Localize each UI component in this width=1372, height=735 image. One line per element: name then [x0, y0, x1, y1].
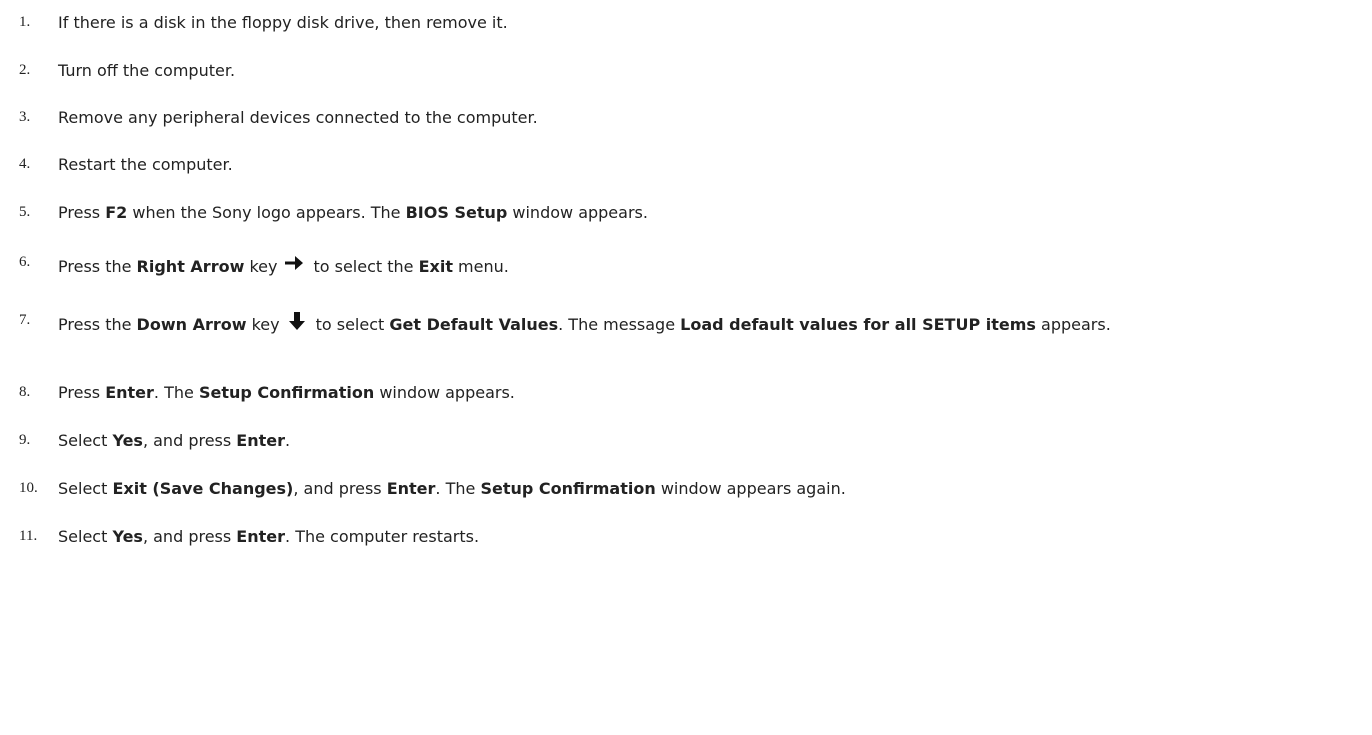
step-text: Remove any peripheral devices connected …	[58, 107, 1366, 128]
step-text-segment: Press	[58, 383, 106, 402]
step-text-segment: .	[285, 431, 291, 450]
step-text-segment: Select	[58, 479, 113, 498]
step-text: Press Enter. The Setup Confirmation wind…	[58, 382, 1366, 403]
message-text-load-defaults: Load default values for all SETUP items	[680, 315, 1036, 334]
step-text-segment: Select	[58, 431, 113, 450]
step-text-segment: Press the	[58, 257, 137, 276]
step-text-segment: . The message	[558, 315, 681, 334]
window-name-bios-setup: BIOS Setup	[405, 203, 508, 222]
step-text-segment: window appears.	[374, 383, 515, 402]
step-text: Turn off the computer.	[58, 60, 1366, 81]
step-text-segment: key	[244, 257, 278, 276]
step-number: 8.	[19, 384, 31, 400]
down-arrow-icon	[286, 310, 308, 332]
step-number: 10.	[19, 480, 38, 496]
step-text-segment: , and press	[293, 479, 387, 498]
step-text-segment: If there is a disk in the floppy disk dr…	[58, 13, 508, 32]
step-text-segment: , and press	[142, 527, 237, 546]
step-text: Press F2 when the Sony logo appears. The…	[58, 202, 1366, 223]
key-name-down-arrow: Down Arrow	[136, 315, 247, 334]
step-text: Press the Right Arrow key to select the E…	[58, 252, 1366, 277]
step-text: Press the Down Arrow key to select Get De…	[58, 310, 1366, 335]
key-name-enter: Enter	[386, 479, 436, 498]
step-number: 9.	[19, 432, 31, 448]
step-text-segment: window appears.	[507, 203, 648, 222]
step-number: 4.	[19, 156, 31, 172]
step-text-segment: window appears again.	[655, 479, 846, 498]
step-text-segment: Restart the computer.	[58, 155, 233, 174]
step-text-segment: to select	[315, 315, 390, 334]
step-text-segment: Press	[58, 203, 106, 222]
step-number: 5.	[19, 204, 31, 220]
step-number: 1.	[19, 14, 31, 30]
step-number: 3.	[19, 109, 31, 125]
step-text-segment: appears.	[1035, 315, 1111, 334]
step-text-segment: Remove any peripheral devices connected …	[58, 108, 538, 127]
key-name-enter: Enter	[236, 431, 286, 450]
option-name-yes: Yes	[112, 431, 143, 450]
option-name-exit-save-changes: Exit (Save Changes)	[112, 479, 294, 498]
step-text: Restart the computer.	[58, 154, 1366, 175]
step-number: 11.	[19, 528, 38, 544]
step-text: Select Exit (Save Changes), and press En…	[58, 478, 1366, 499]
option-name-yes: Yes	[112, 527, 143, 546]
step-text-segment: . The computer restarts.	[285, 527, 480, 546]
step-text-segment: to select the	[313, 257, 419, 276]
menu-name-exit: Exit	[418, 257, 453, 276]
window-name-setup-confirmation: Setup Confirmation	[198, 383, 375, 402]
key-name-enter: Enter	[105, 383, 154, 402]
key-name-f2: F2	[105, 203, 128, 222]
step-text: Select Yes, and press Enter. The compute…	[58, 526, 1366, 547]
step-text-segment: . The	[435, 479, 481, 498]
key-name-enter: Enter	[236, 527, 286, 546]
step-number: 6.	[19, 254, 31, 270]
step-text-segment: Select	[58, 527, 113, 546]
step-text-segment: , and press	[142, 431, 237, 450]
step-text-segment: . The	[153, 383, 199, 402]
step-text-segment: key	[246, 315, 280, 334]
step-text-segment: Turn off the computer.	[58, 61, 236, 80]
key-name-right-arrow: Right Arrow	[136, 257, 245, 276]
step-text-segment: menu.	[452, 257, 509, 276]
option-name-get-default-values: Get Default Values	[389, 315, 559, 334]
right-arrow-icon	[283, 252, 305, 274]
step-text: If there is a disk in the floppy disk dr…	[58, 12, 1366, 33]
step-text-segment: when the Sony logo appears. The	[127, 203, 406, 222]
step-number: 7.	[19, 312, 31, 328]
step-number: 2.	[19, 62, 31, 78]
window-name-setup-confirmation: Setup Confirmation	[480, 479, 656, 498]
step-text: Select Yes, and press Enter.	[58, 430, 1366, 451]
step-text-segment: Press the	[58, 315, 137, 334]
